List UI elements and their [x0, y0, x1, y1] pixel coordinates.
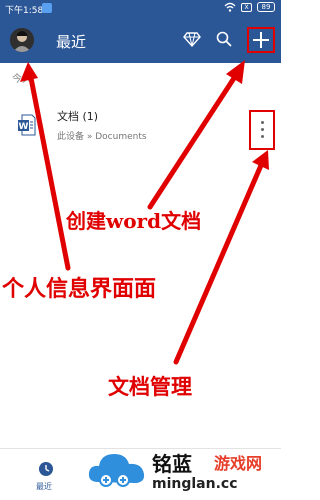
notification-icon — [42, 3, 52, 13]
file-path: 此设备 » Documents — [57, 132, 147, 142]
file-name: 文档 (1) — [57, 110, 99, 123]
more-vertical-icon — [261, 121, 264, 124]
svg-text:W: W — [19, 122, 29, 132]
battery-icon: 89 — [257, 2, 275, 12]
watermark-url: minglan.cc — [152, 476, 238, 492]
status-time: 下午1:58 — [5, 6, 44, 16]
app-bar: 最近 — [0, 18, 281, 63]
clock-icon[interactable] — [38, 461, 54, 477]
more-options-button[interactable] — [249, 110, 275, 150]
annotation-arrows — [20, 60, 269, 365]
avatar-image — [10, 28, 34, 52]
add-document-button[interactable] — [247, 27, 275, 53]
wifi-icon — [224, 2, 236, 12]
watermark-game: 游戏网 — [214, 454, 263, 473]
status-bar: 下午1:58 X 89 — [0, 0, 281, 18]
cloud-logo-icon — [88, 454, 145, 487]
word-doc-icon: W — [18, 114, 36, 136]
search-icon[interactable] — [215, 30, 233, 48]
annotation-profile: 个人信息界面面 — [2, 276, 157, 302]
more-dot — [261, 128, 264, 131]
more-dot — [261, 135, 264, 138]
list-item[interactable]: W 文档 (1) 此设备 » Documents — [0, 98, 281, 156]
watermark-brand: 铭蓝 — [152, 452, 192, 476]
plus-icon — [253, 32, 269, 48]
section-label-today: 今天 — [12, 74, 32, 85]
annotation-create-document: 创建word文档 — [66, 209, 202, 233]
annotation-document-management: 文档管理 — [108, 374, 192, 399]
watermark-logo: 铭蓝 游戏网 minglan.cc — [86, 440, 281, 500]
status-icons: X 89 — [224, 2, 275, 12]
diamond-icon[interactable] — [183, 30, 201, 48]
sim-icon: X — [241, 2, 252, 12]
avatar[interactable] — [10, 28, 34, 52]
nav-item-recent[interactable]: 最近 — [36, 481, 52, 492]
page-title: 最近 — [56, 33, 87, 51]
